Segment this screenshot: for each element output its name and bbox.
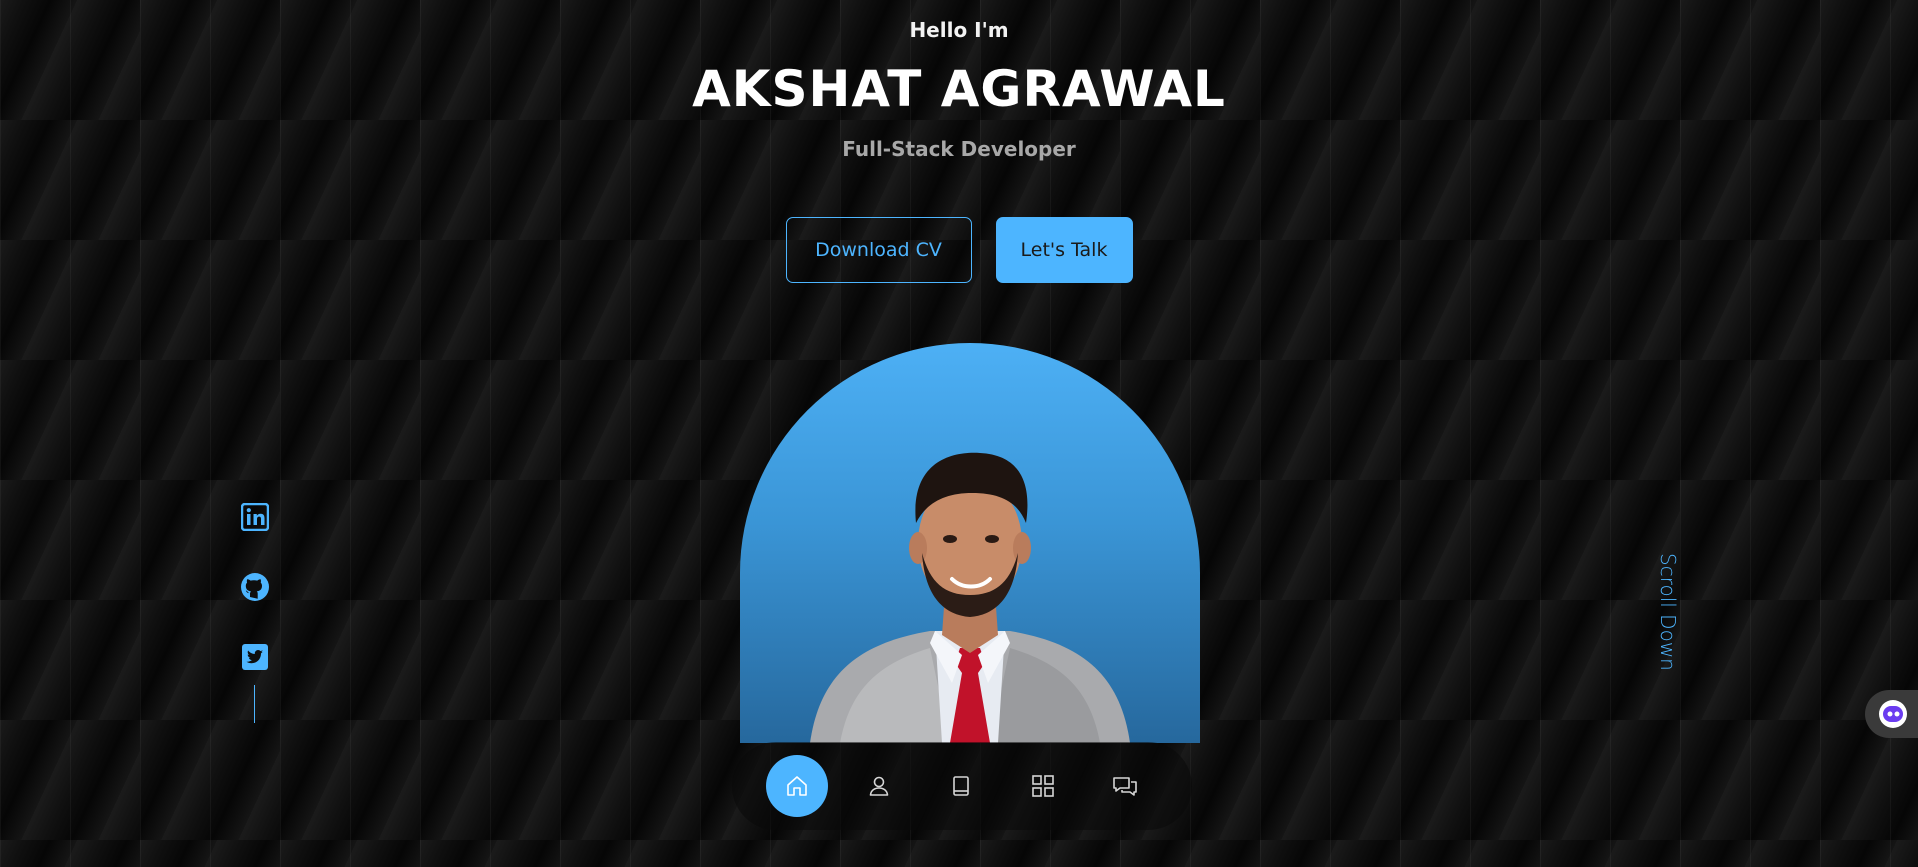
github-icon: [241, 573, 269, 601]
social-links: [238, 502, 272, 672]
user-icon: [869, 776, 889, 796]
home-icon: [787, 776, 807, 796]
linkedin-icon: [241, 503, 269, 531]
twitter-link[interactable]: [240, 642, 270, 672]
cta-group: Download CV Let's Talk: [0, 217, 1918, 283]
grid-icon: [1032, 775, 1054, 797]
social-divider-line: [254, 685, 255, 723]
nav-portfolio[interactable]: [1012, 755, 1074, 817]
nav-contact[interactable]: [1094, 755, 1156, 817]
download-cv-button[interactable]: Download CV: [785, 217, 972, 283]
chat-icon: [1113, 777, 1137, 796]
scroll-down-link[interactable]: Scroll Down: [1640, 553, 1680, 693]
bot-icon: [1879, 700, 1907, 728]
book-icon: [953, 776, 969, 796]
nav-home[interactable]: [766, 755, 828, 817]
bottom-nav: [732, 742, 1192, 830]
hero-greeting: Hello I'm: [909, 18, 1009, 42]
chat-widget-button[interactable]: [1865, 690, 1918, 738]
bot-face-icon: [1883, 706, 1903, 722]
lets-talk-button[interactable]: Let's Talk: [995, 217, 1133, 283]
twitter-icon: [242, 644, 268, 670]
person-illustration: [810, 452, 1130, 743]
github-link[interactable]: [240, 572, 270, 602]
hero-role: Full-Stack Developer: [842, 137, 1076, 161]
hero-name: AKSHAT AGRAWAL: [692, 60, 1226, 118]
nav-experience[interactable]: [930, 755, 992, 817]
profile-portrait: [740, 343, 1200, 743]
nav-about[interactable]: [848, 755, 910, 817]
linkedin-link[interactable]: [240, 502, 270, 532]
